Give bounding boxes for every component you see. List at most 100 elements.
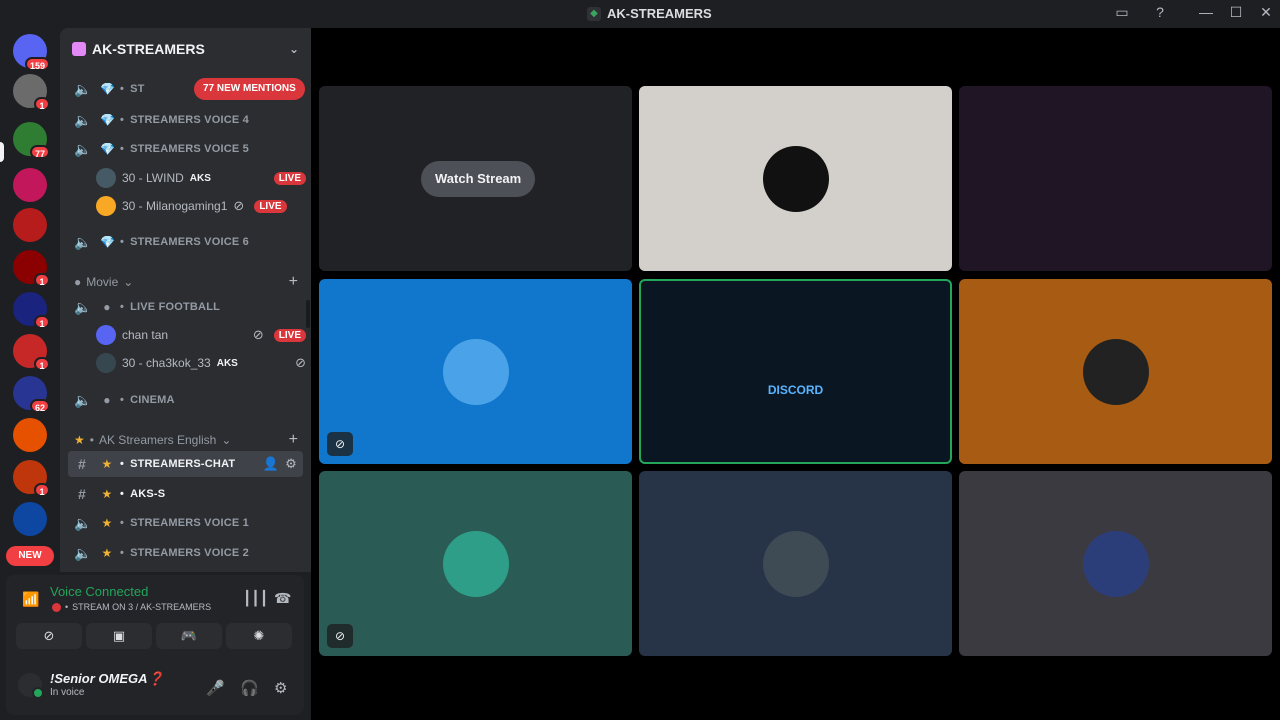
stream-dot-icon xyxy=(52,602,61,612)
maximize-button[interactable]: ☐ xyxy=(1226,4,1246,21)
channel-emoji: ★ xyxy=(101,516,113,530)
voice-channel[interactable]: 🔈 ● • LIVE FOOTBALL xyxy=(60,294,311,320)
channel-scrollbar[interactable] xyxy=(306,300,310,328)
inbox-icon[interactable]: ▭ xyxy=(1112,4,1132,21)
voice-channel[interactable]: 🔈 💎 • STREAMERS VOICE 5 xyxy=(60,136,311,162)
speaker-icon: 🔈 xyxy=(74,391,92,408)
server-icon[interactable] xyxy=(13,168,47,202)
channel-emoji: ★ xyxy=(101,457,113,471)
screen-share-button[interactable]: ▣ xyxy=(86,623,152,649)
category-english[interactable]: ★ • AK Streamers English ⌄ + xyxy=(74,431,298,449)
channel-name: STREAMERS VOICE 4 xyxy=(130,114,249,126)
video-tile[interactable] xyxy=(639,471,952,656)
voice-channel[interactable]: 🔈 ● • CINEMA xyxy=(60,387,311,413)
window-title: ◆ AK-STREAMERS xyxy=(587,6,712,21)
video-tile[interactable] xyxy=(959,471,1272,656)
activity-button[interactable]: 🎮 xyxy=(156,623,222,649)
video-tile[interactable]: ⊘ xyxy=(319,279,632,464)
speaker-icon: 🔈 xyxy=(74,514,92,531)
gear-icon[interactable]: ⚙ xyxy=(274,679,287,697)
text-channel[interactable]: # ★ • AKS-S xyxy=(60,481,311,507)
add-channel-icon[interactable]: + xyxy=(289,431,298,449)
watch-stream-button[interactable]: Watch Stream xyxy=(421,161,536,197)
video-tile[interactable]: Watch Stream xyxy=(319,86,632,271)
server-icon[interactable] xyxy=(13,208,47,242)
server-icon[interactable]: 1 xyxy=(13,74,50,111)
live-badge: LIVE xyxy=(254,199,287,213)
new-mentions-pill[interactable]: 77 NEW MENTIONS xyxy=(194,78,305,100)
avatar xyxy=(96,353,116,373)
chevron-down-icon: ⌄ xyxy=(221,433,232,447)
avatar xyxy=(96,168,116,188)
user-area[interactable]: !Senior OMEGA❓ In voice xyxy=(18,671,164,699)
video-tile-speaking[interactable]: DISCORD xyxy=(639,279,952,464)
server-badge: 77 xyxy=(29,145,50,159)
headphones-icon[interactable]: 🎧 xyxy=(240,679,259,697)
guild-home-icon xyxy=(72,42,86,56)
disconnect-icon[interactable]: ☎ xyxy=(274,590,291,607)
help-icon[interactable]: ? xyxy=(1150,4,1170,20)
video-tile[interactable] xyxy=(959,279,1272,464)
voice-user[interactable]: 30 - Milanogaming1 ⊘ LIVE xyxy=(96,194,306,218)
invite-icon[interactable]: 👤 xyxy=(263,456,279,472)
server-badge: 1 xyxy=(34,273,50,287)
speaker-icon: 🔈 xyxy=(74,111,92,128)
server-badge: 1 xyxy=(34,357,50,371)
avatar xyxy=(762,145,829,212)
category-movie[interactable]: ● Movie ⌄ + xyxy=(74,273,298,291)
new-servers-badge[interactable]: NEW xyxy=(6,546,54,566)
server-icon[interactable]: 77 xyxy=(13,122,50,159)
voice-channel[interactable]: 🔈 ★ • STREAMERS VOICE 2 xyxy=(60,540,311,566)
voice-user[interactable]: chan tan ⊘ LIVE xyxy=(96,323,306,347)
minimize-button[interactable]: — xyxy=(1196,4,1216,20)
server-icon[interactable]: 62 xyxy=(13,376,50,413)
video-tile[interactable] xyxy=(959,86,1272,271)
channel-emoji: ★ xyxy=(101,487,113,501)
voice-channel[interactable]: 🔈 ★ • STREAMERS VOICE 1 xyxy=(60,510,311,536)
text-channel-active[interactable]: # ★ • STREAMERS-CHAT 👤 ⚙ xyxy=(68,451,303,477)
voice-user[interactable]: 30 - cha3kok_33 AKS ⊘ xyxy=(96,351,306,375)
title-bar: ◆ AK-STREAMERS ▭ ? — ☐ ✕ xyxy=(0,0,1280,28)
voice-user[interactable]: 30 - LWIND AKS LIVE xyxy=(96,166,306,190)
video-tile[interactable]: ⊘ xyxy=(319,471,632,656)
add-channel-icon[interactable]: + xyxy=(289,273,298,291)
soundboard-icon[interactable]: ┃┃┃ xyxy=(243,590,268,607)
voice-channel[interactable]: 🔈 💎 • STREAMERS VOICE 6 xyxy=(60,229,311,255)
guild-name: AK-STREAMERS xyxy=(92,41,205,57)
channel-name: STREAMERS-CHAT xyxy=(130,458,236,470)
speaker-icon: 🔈 xyxy=(74,298,92,315)
camera-off-icon: ⊘ xyxy=(327,432,353,456)
guild-header[interactable]: AK-STREAMERS ⌄ xyxy=(60,28,311,70)
channel-name: STREAMERS VOICE 6 xyxy=(130,236,249,248)
server-home[interactable]: 159 xyxy=(13,34,50,71)
server-active-pill xyxy=(0,142,4,162)
voice-details-text: STREAM ON 3 / AK-STREAMERS xyxy=(72,602,212,612)
server-icon[interactable]: 1 xyxy=(13,250,50,287)
chevron-down-icon[interactable]: ⌄ xyxy=(289,42,299,56)
server-icon[interactable]: 1 xyxy=(13,292,50,329)
signal-icon[interactable]: 📶 xyxy=(22,591,39,608)
voice-channel[interactable]: 🔈 💎 • STREAMERS VOICE 4 xyxy=(60,107,311,133)
camera-off-icon: ⊘ xyxy=(327,624,353,648)
avatar xyxy=(1082,530,1149,597)
server-icon[interactable] xyxy=(13,502,47,536)
channel-name: ST xyxy=(130,83,145,95)
avatar xyxy=(1082,338,1149,405)
close-button[interactable]: ✕ xyxy=(1256,4,1276,21)
gear-icon[interactable]: ⚙ xyxy=(285,456,297,472)
deafened-icon: ⊘ xyxy=(295,355,306,370)
channel-emoji: 💎 xyxy=(100,82,116,96)
user-tag: AKS xyxy=(216,357,238,369)
microphone-icon[interactable]: 🎤 xyxy=(206,679,225,697)
voice-user-name: chan tan xyxy=(122,328,169,342)
video-stage: Watch Stream ⊘ DISCORD ⊘ xyxy=(311,28,1280,720)
camera-toggle-button[interactable]: ⊘ xyxy=(16,623,82,649)
channel-emoji: ★ xyxy=(101,546,113,560)
video-tile[interactable] xyxy=(639,86,952,271)
discord-icon xyxy=(96,325,116,345)
server-icon[interactable] xyxy=(13,418,47,452)
soundboard-button[interactable]: ✺ xyxy=(226,623,292,649)
voice-status[interactable]: Voice Connected xyxy=(50,584,148,599)
server-icon[interactable]: 1 xyxy=(13,334,50,371)
server-icon[interactable]: 1 xyxy=(13,460,50,497)
